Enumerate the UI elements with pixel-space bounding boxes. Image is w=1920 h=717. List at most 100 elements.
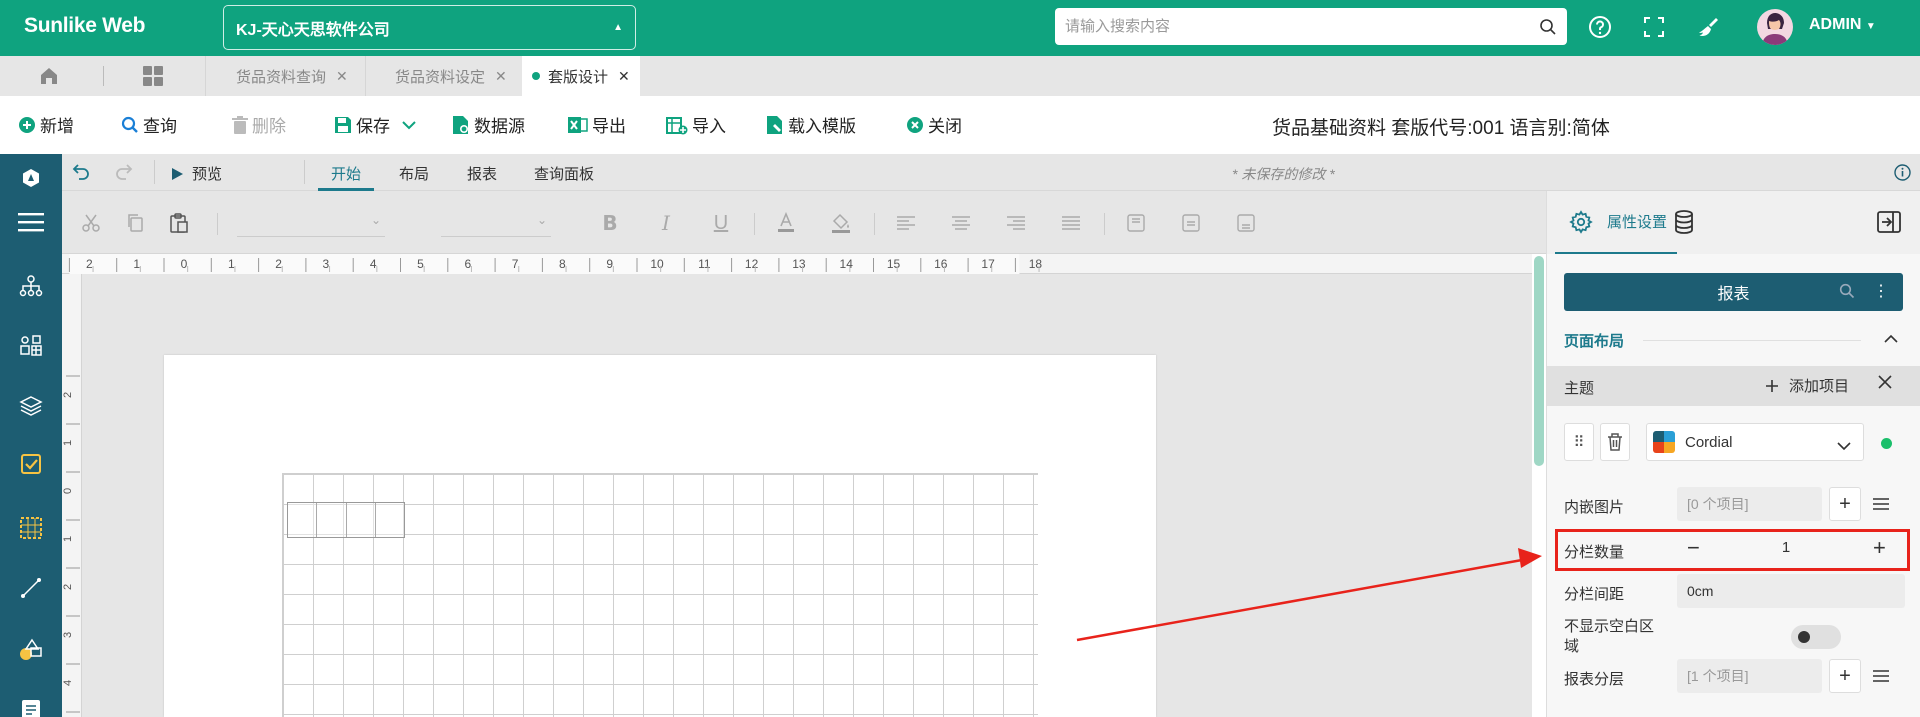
close-button[interactable]: 关闭: [906, 112, 962, 137]
preview-button[interactable]: 预览: [170, 163, 222, 184]
add-embedded-image-button[interactable]: +: [1829, 487, 1861, 521]
ruler-label: 10: [650, 257, 664, 271]
drag-handle-icon[interactable]: ⠿: [1564, 423, 1594, 461]
ribbon-tab-home[interactable]: 开始: [331, 163, 361, 184]
trash-icon[interactable]: [1600, 423, 1630, 461]
close-tab-icon[interactable]: ✕: [495, 68, 507, 85]
redo-icon[interactable]: [115, 162, 133, 184]
user-avatar[interactable]: [1757, 9, 1793, 45]
copy-icon[interactable]: [123, 211, 147, 235]
tab-properties[interactable]: 属性设置: [1555, 191, 1677, 254]
search-icon[interactable]: [1839, 283, 1855, 304]
clean-broom-icon[interactable]: [1695, 14, 1721, 40]
align-center-icon[interactable]: [949, 211, 973, 235]
report-selector[interactable]: 报表 ⋮: [1564, 273, 1903, 311]
report-layers-label: 报表分层: [1564, 671, 1625, 688]
close-tab-icon[interactable]: ✕: [336, 68, 348, 85]
shapes-icon[interactable]: [15, 634, 47, 666]
list-menu-icon[interactable]: [1867, 659, 1895, 693]
info-icon[interactable]: [1894, 164, 1911, 185]
help-icon[interactable]: [1587, 14, 1613, 40]
table-cell[interactable]: [347, 503, 376, 537]
table-grid-icon[interactable]: [15, 512, 47, 544]
table-cell[interactable]: [317, 503, 347, 537]
paste-icon[interactable]: [167, 211, 191, 235]
close-tab-icon[interactable]: ✕: [618, 68, 630, 85]
collapse-panel-icon[interactable]: [1877, 211, 1901, 237]
report-doc-icon[interactable]: [15, 694, 47, 717]
components-icon[interactable]: [15, 330, 47, 362]
checkbox-icon[interactable]: [15, 448, 47, 480]
close-icon[interactable]: [1877, 374, 1893, 394]
ribbon-toolbar: ⌄ ⌄ B I U: [62, 191, 1554, 254]
italic-icon[interactable]: I: [654, 211, 678, 235]
embedded-images-field[interactable]: [0 个项目]: [1677, 487, 1822, 521]
ribbon-tab-report[interactable]: 报表: [467, 163, 497, 184]
chevron-down-icon[interactable]: [402, 115, 416, 135]
table-cell[interactable]: [376, 503, 404, 537]
hierarchy-icon[interactable]: [15, 270, 47, 302]
align-left-icon[interactable]: [894, 211, 918, 235]
line-tool-icon[interactable]: [15, 572, 47, 604]
undo-icon[interactable]: [72, 162, 90, 184]
query-button[interactable]: 查询: [121, 112, 177, 137]
company-select[interactable]: KJ-天心天思软件公司 ▲: [223, 5, 636, 50]
user-menu[interactable]: ADMIN ▼: [1809, 16, 1876, 34]
ribbon-divider: [874, 213, 875, 235]
export-label: 导出: [592, 117, 626, 136]
font-family-select[interactable]: ⌄: [237, 207, 385, 237]
ruler-label: 2: [86, 257, 93, 271]
document-title: 货品基础资料 套版代号:001 语言别:简体: [1272, 118, 1610, 139]
ribbon-divider: [1104, 213, 1105, 235]
align-right-icon[interactable]: [1004, 211, 1028, 235]
load-template-button[interactable]: 载入模版: [766, 112, 856, 137]
search-icon[interactable]: [1539, 18, 1557, 36]
font-color-icon[interactable]: [774, 211, 798, 235]
valign-bottom-icon[interactable]: [1234, 211, 1258, 235]
section-page-layout[interactable]: 页面布局: [1564, 330, 1624, 351]
datasource-button[interactable]: 数据源: [452, 112, 525, 137]
delete-button[interactable]: 删除: [232, 112, 286, 137]
database-icon[interactable]: [1673, 209, 1695, 239]
ribbon-tab-layout[interactable]: 布局: [399, 163, 429, 184]
fill-color-icon[interactable]: [829, 211, 853, 235]
document-icon: [452, 115, 470, 135]
tab-template-design[interactable]: 套版设计 ✕: [522, 56, 640, 96]
align-justify-icon[interactable]: [1059, 211, 1083, 235]
search-box[interactable]: [1055, 8, 1567, 45]
user-name: ADMIN: [1809, 16, 1862, 33]
add-report-layer-button[interactable]: +: [1829, 659, 1861, 693]
save-button[interactable]: 保存: [334, 112, 416, 137]
bold-icon[interactable]: B: [598, 211, 622, 235]
ribbon-tab-query-panel[interactable]: 查询面板: [534, 163, 594, 184]
cut-icon[interactable]: [79, 211, 103, 235]
tab-product-query[interactable]: 货品资料查询 ✕: [236, 56, 348, 96]
font-size-select[interactable]: ⌄: [441, 207, 551, 237]
valign-middle-icon[interactable]: [1179, 211, 1203, 235]
menu-icon[interactable]: [15, 206, 47, 238]
search-input[interactable]: [1065, 18, 1539, 35]
column-spacing-input[interactable]: 0cm: [1677, 574, 1905, 608]
more-vertical-icon[interactable]: ⋮: [1873, 281, 1889, 301]
import-button[interactable]: 导入: [666, 112, 726, 137]
canvas-scrollbar-thumb[interactable]: [1534, 256, 1544, 466]
list-menu-icon[interactable]: [1867, 487, 1895, 521]
fullscreen-icon[interactable]: [1641, 14, 1667, 40]
logo-hexagon-icon[interactable]: [15, 162, 47, 194]
chevron-up-icon[interactable]: [1884, 331, 1898, 348]
underline-icon[interactable]: U: [709, 211, 733, 235]
home-icon[interactable]: [38, 65, 60, 91]
apps-grid-icon[interactable]: [142, 65, 164, 91]
hide-blank-area-toggle[interactable]: [1791, 625, 1841, 649]
table-control[interactable]: [287, 502, 405, 538]
layers-icon[interactable]: [15, 390, 47, 422]
report-layers-field[interactable]: [1 个项目]: [1677, 659, 1822, 693]
brand-logo[interactable]: Sunlike Web: [24, 14, 145, 38]
table-cell[interactable]: [288, 503, 318, 537]
add-item-button[interactable]: 添加项目: [1765, 375, 1849, 396]
export-button[interactable]: 导出: [568, 112, 626, 137]
tab-product-settings[interactable]: 货品资料设定 ✕: [395, 56, 507, 96]
new-button[interactable]: 新增: [18, 112, 74, 137]
theme-select[interactable]: Cordial: [1646, 423, 1864, 461]
valign-top-icon[interactable]: [1124, 211, 1148, 235]
